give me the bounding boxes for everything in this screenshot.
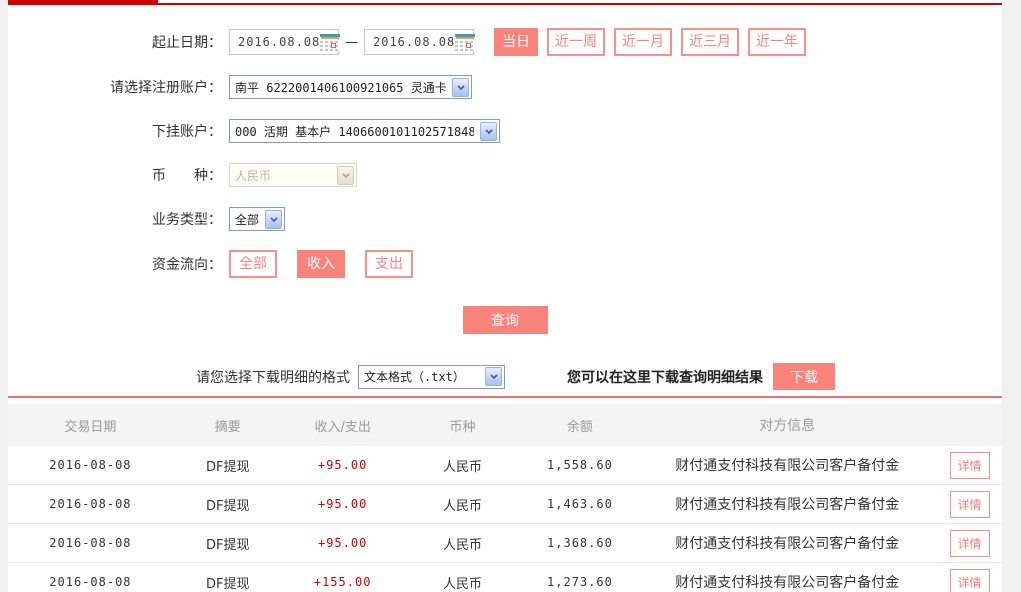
end-date-value: 2016.08.08 <box>373 35 455 49</box>
cell-summary: DF提现 <box>173 456 283 475</box>
sub-account-value: 000 活期 基本户 1406600101102571848 <box>235 123 474 140</box>
column-header-summary: 摘要 <box>173 416 283 435</box>
date-quick-button[interactable]: 近三月 <box>681 28 739 56</box>
cell-currency: 人民币 <box>403 456 523 475</box>
cell-currency: 人民币 <box>403 573 523 592</box>
currency-row: 币 种： 人民币 <box>8 162 1002 188</box>
cell-balance: 1,368.60 <box>522 536 637 550</box>
cell-amount: +95.00 <box>283 497 403 511</box>
cell-summary: DF提现 <box>173 573 283 592</box>
currency-value: 人民币 <box>235 167 271 184</box>
calendar-icon[interactable] <box>320 34 340 51</box>
column-header-currency: 币种 <box>403 416 523 435</box>
business-type-select[interactable]: 全部 <box>229 207 285 231</box>
date-quick-button[interactable]: 近一月 <box>614 28 672 56</box>
register-account-select[interactable]: 南平 6222001406100921065 灵通卡 <box>229 75 472 99</box>
start-date-input[interactable]: 2016.08.08 <box>229 29 339 55</box>
fund-flow-label: 资金流向： <box>8 254 222 274</box>
detail-button[interactable]: 详情 <box>950 491 990 518</box>
dropdown-arrow-icon <box>452 78 469 97</box>
column-header-balance: 余额 <box>522 416 637 435</box>
sub-account-select[interactable]: 000 活期 基本户 1406600101102571848 <box>229 119 500 143</box>
left-gutter <box>0 0 8 592</box>
detail-button[interactable]: 详情 <box>950 569 990 592</box>
column-header-counterparty: 对方信息 <box>637 415 937 435</box>
currency-label: 币 种： <box>8 165 222 185</box>
business-type-value: 全部 <box>235 211 259 228</box>
dropdown-arrow-icon <box>485 367 502 386</box>
table-row: 2016-08-08 DF提现 +155.00 人民币 1,273.60 财付通… <box>8 563 1002 592</box>
business-type-label: 业务类型： <box>8 209 222 229</box>
transaction-table: 交易日期 摘要 收入/支出 币种 余额 对方信息 2016-08-08 DF提现… <box>8 404 1002 592</box>
sub-account-label: 下挂账户： <box>8 121 222 141</box>
cell-amount: +95.00 <box>283 536 403 550</box>
fund-flow-row: 资金流向： 全部 收入 支出 <box>8 250 1002 278</box>
date-range-label: 起止日期： <box>8 32 222 52</box>
cell-date: 2016-08-08 <box>8 536 173 550</box>
cell-currency: 人民币 <box>403 495 523 514</box>
right-gutter <box>1002 0 1021 592</box>
query-form: 起止日期： 2016.08.08 — 2016.08.08 <box>8 5 1002 278</box>
end-date-input[interactable]: 2016.08.08 <box>364 29 474 55</box>
cell-amount: +95.00 <box>283 458 403 472</box>
register-account-value: 南平 6222001406100921065 灵通卡 <box>235 79 446 96</box>
table-row: 2016-08-08 DF提现 +95.00 人民币 1,463.60 财付通支… <box>8 485 1002 524</box>
fund-flow-button[interactable]: 收入 <box>297 250 345 278</box>
cell-balance: 1,463.60 <box>522 497 637 511</box>
top-bar <box>8 0 1002 5</box>
download-hint: 您可以在这里下载查询明细结果 <box>567 367 763 387</box>
register-account-row: 请选择注册账户： 南平 6222001406100921065 灵通卡 <box>8 74 1002 100</box>
cell-counterparty: 财付通支付科技有限公司客户备付金 <box>637 572 937 592</box>
date-quick-button[interactable]: 近一年 <box>748 28 806 56</box>
table-row: 2016-08-08 DF提现 +95.00 人民币 1,558.60 财付通支… <box>8 446 1002 485</box>
query-button[interactable]: 查询 <box>463 306 548 334</box>
date-range-separator: — <box>345 35 358 50</box>
cell-summary: DF提现 <box>173 534 283 553</box>
cell-amount: +155.00 <box>283 575 403 589</box>
dropdown-arrow-icon <box>265 210 282 229</box>
date-quick-button[interactable]: 当日 <box>494 28 538 56</box>
fund-flow-button[interactable]: 全部 <box>229 250 277 278</box>
main-panel: 起止日期： 2016.08.08 — 2016.08.08 <box>8 0 1002 592</box>
detail-button[interactable]: 详情 <box>950 530 990 557</box>
cell-date: 2016-08-08 <box>8 497 173 511</box>
table-row: 2016-08-08 DF提现 +95.00 人民币 1,368.60 财付通支… <box>8 524 1002 563</box>
download-row: 请您选择下载明细的格式 文本格式（.txt） 您可以在这里下载查询明细结果 下载 <box>8 363 1002 390</box>
date-range-row: 起止日期： 2016.08.08 — 2016.08.08 <box>8 28 1002 56</box>
cell-counterparty: 财付通支付科技有限公司客户备付金 <box>637 494 937 514</box>
cell-currency: 人民币 <box>403 534 523 553</box>
calendar-icon[interactable] <box>455 34 475 51</box>
cell-balance: 1,558.60 <box>522 458 637 472</box>
cell-date: 2016-08-08 <box>8 575 173 589</box>
table-top-divider <box>8 396 1002 398</box>
cell-summary: DF提现 <box>173 495 283 514</box>
dropdown-arrow-icon <box>337 166 354 185</box>
download-format-select[interactable]: 文本格式（.txt） <box>358 365 505 389</box>
column-header-amount: 收入/支出 <box>283 416 403 435</box>
cell-counterparty: 财付通支付科技有限公司客户备付金 <box>637 455 937 475</box>
date-quick-button[interactable]: 近一周 <box>547 28 605 56</box>
download-format-value: 文本格式（.txt） <box>364 368 465 385</box>
cell-balance: 1,273.60 <box>522 575 637 589</box>
download-button[interactable]: 下载 <box>773 363 835 390</box>
sub-account-row: 下挂账户： 000 活期 基本户 1406600101102571848 <box>8 118 1002 144</box>
download-format-label: 请您选择下载明细的格式 <box>196 367 350 387</box>
dropdown-arrow-icon <box>480 122 497 141</box>
currency-select: 人民币 <box>229 163 357 187</box>
cell-counterparty: 财付通支付科技有限公司客户备付金 <box>637 533 937 553</box>
detail-button[interactable]: 详情 <box>950 452 990 479</box>
cell-date: 2016-08-08 <box>8 458 173 472</box>
register-account-label: 请选择注册账户： <box>8 77 222 97</box>
start-date-value: 2016.08.08 <box>238 35 320 49</box>
table-body: 2016-08-08 DF提现 +95.00 人民币 1,558.60 财付通支… <box>8 446 1002 592</box>
table-header-row: 交易日期 摘要 收入/支出 币种 余额 对方信息 <box>8 404 1002 446</box>
column-header-date: 交易日期 <box>8 416 173 435</box>
date-quick-buttons: 当日 近一周 近一月 近三月 近一年 <box>494 28 815 56</box>
fund-flow-button[interactable]: 支出 <box>365 250 413 278</box>
fund-flow-buttons: 全部 收入 支出 <box>229 250 433 278</box>
active-tab-indicator <box>8 0 158 5</box>
business-type-row: 业务类型： 全部 <box>8 206 1002 232</box>
